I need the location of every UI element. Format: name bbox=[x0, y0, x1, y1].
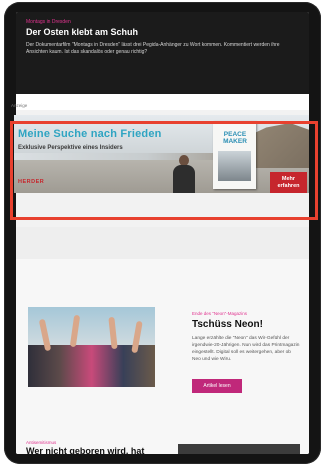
spacer bbox=[16, 227, 309, 259]
person-body bbox=[173, 165, 195, 193]
article-card[interactable]: Ende des "Neon"-Magazins Tschüss Neon! L… bbox=[16, 259, 309, 454]
ad-subline: Exklusive Perspektive eines Insiders bbox=[18, 145, 123, 151]
ad-headline: Meine Suche nach Frieden bbox=[18, 128, 162, 140]
top-article-teaser: Der Dokumentarfilm "Montags in Dresden" … bbox=[26, 42, 280, 55]
next-article-kicker: Antisemitismus bbox=[26, 440, 57, 445]
next-article-image[interactable] bbox=[178, 444, 300, 454]
book-title: PEACE MAKER bbox=[223, 131, 247, 145]
article-teaser: Lange erzählte die "Neon" das Wir-Gefühl… bbox=[192, 336, 300, 362]
top-article-kicker: Montags in Dresden bbox=[26, 19, 71, 25]
ad-banner[interactable]: Meine Suche nach Frieden Exklusive Persp… bbox=[14, 115, 309, 193]
ad-cta-button[interactable]: Mehr erfahren bbox=[270, 172, 307, 193]
next-article-title[interactable]: Wer nicht geboren wird, hat bbox=[26, 446, 144, 454]
raised-arm bbox=[69, 314, 81, 348]
article-title[interactable]: Tschüss Neon! bbox=[192, 319, 263, 330]
book-cover: PEACE MAKER bbox=[213, 121, 256, 189]
ad-person-illustration bbox=[171, 155, 197, 193]
article-kicker: Ende des "Neon"-Magazins bbox=[192, 311, 247, 316]
article-image[interactable] bbox=[28, 307, 155, 387]
tablet-frame: Montags in Dresden Der Osten klebt am Sc… bbox=[4, 2, 321, 464]
screen: Montags in Dresden Der Osten klebt am Sc… bbox=[16, 12, 309, 454]
divider-band bbox=[16, 94, 309, 110]
read-article-button[interactable]: Artikel lesen bbox=[192, 379, 242, 393]
ad-label: Anzeige bbox=[11, 103, 28, 108]
top-article-title[interactable]: Der Osten klebt am Schuh bbox=[26, 27, 138, 37]
book-cover-image bbox=[218, 151, 251, 181]
top-article[interactable]: Montags in Dresden Der Osten klebt am Sc… bbox=[16, 12, 309, 94]
ad-brand-logo: HERDER bbox=[18, 179, 45, 185]
